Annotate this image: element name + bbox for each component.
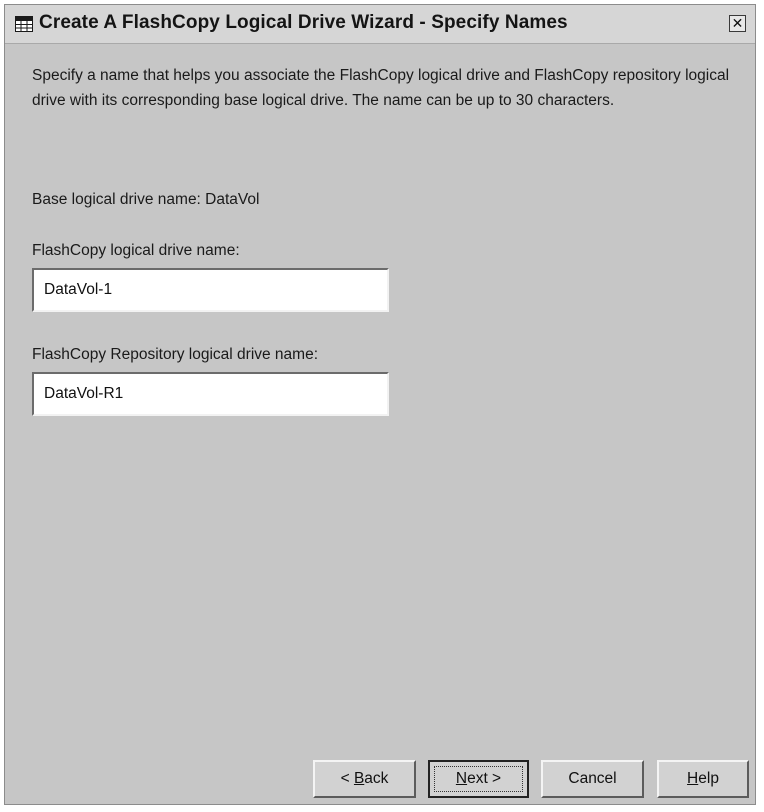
back-rest: ack [364,770,389,787]
instructions-text: Specify a name that helps you associate … [32,67,730,109]
flashcopy-name-label: FlashCopy logical drive name: [32,242,240,259]
title-bar[interactable]: Create A FlashCopy Logical Drive Wizard … [5,5,755,44]
table-grid-icon [15,16,33,32]
wizard-dialog: Create A FlashCopy Logical Drive Wizard … [4,4,756,805]
repository-name-label: FlashCopy Repository logical drive name: [32,346,319,363]
help-button[interactable]: Help [657,760,749,798]
base-drive-name: Base logical drive name: DataVol [32,191,260,208]
flashcopy-name-input[interactable] [32,268,389,312]
next-button[interactable]: Next > [428,760,529,798]
close-icon: ✕ [731,15,744,31]
help-rest: elp [698,770,719,787]
repository-name-input[interactable] [32,372,389,416]
back-prefix: < [340,770,354,787]
help-mnemonic: H [687,770,699,787]
cancel-button[interactable]: Cancel [541,760,644,798]
back-mnemonic: B [353,770,365,787]
window-title: Create A FlashCopy Logical Drive Wizard … [39,12,568,33]
focus-ring [434,766,523,792]
close-button[interactable]: ✕ [729,15,746,32]
back-button[interactable]: < Back [313,760,416,798]
